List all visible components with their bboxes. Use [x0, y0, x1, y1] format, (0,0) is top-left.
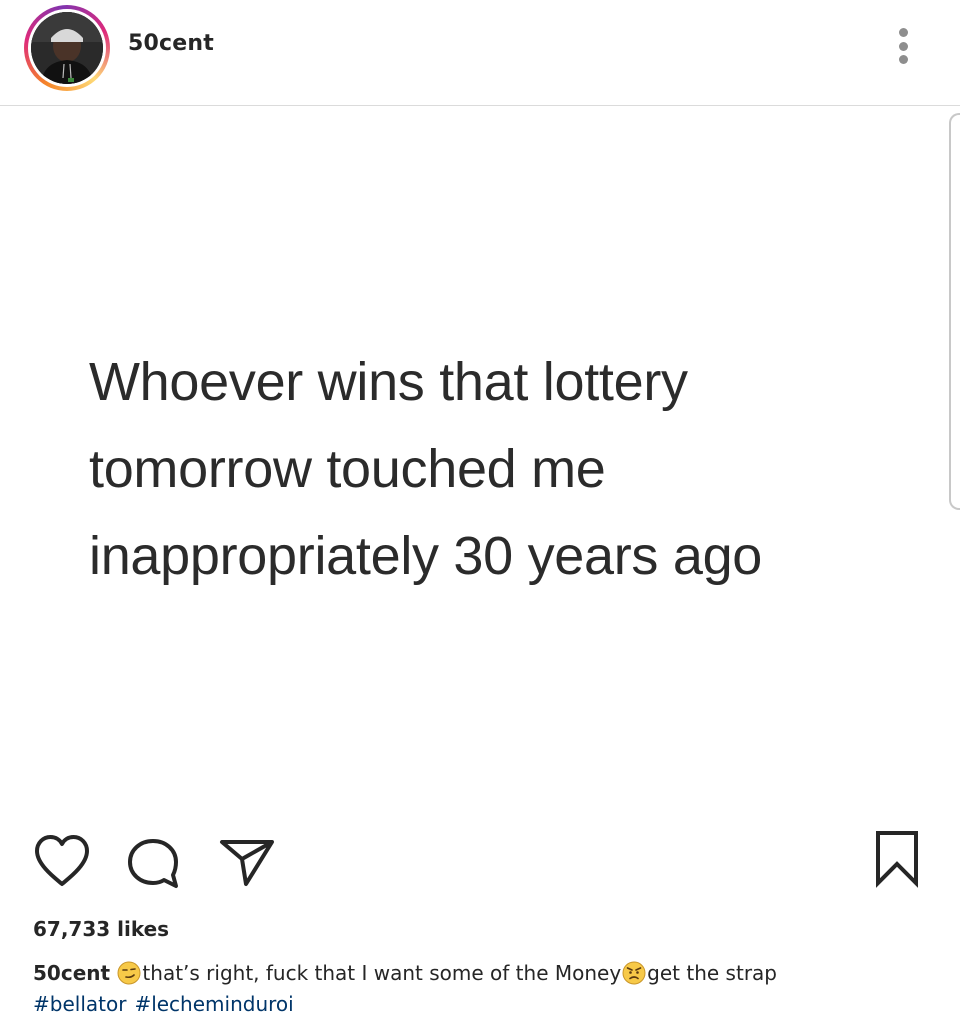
avatar-image [31, 12, 103, 84]
caption-text: that’s right, fuck that I want some of t… [142, 961, 622, 985]
caption-username[interactable]: 50cent [33, 961, 110, 985]
story-ring[interactable] [24, 5, 110, 91]
avatar-border [28, 9, 106, 87]
more-dot [898, 28, 908, 37]
hashtag-link[interactable]: #bellator [33, 992, 126, 1016]
post-header: 50cent [0, 0, 960, 106]
more-vertical-icon[interactable] [888, 26, 918, 66]
more-dot [898, 41, 908, 51]
heart-icon[interactable] [33, 834, 91, 888]
likes-count[interactable]: 67,733 likes [33, 917, 169, 941]
avatar[interactable] [31, 12, 103, 84]
angry-emoji-icon [622, 961, 646, 985]
hashtags: #bellator #lecheminduroi [33, 988, 302, 1020]
scroll-edge [949, 113, 960, 510]
hashtag-link[interactable]: #lecheminduroi [134, 992, 293, 1016]
comment-icon[interactable] [126, 837, 184, 891]
post-image-text: Whoever wins that lottery tomorrow touch… [89, 339, 949, 600]
smirk-emoji-icon [117, 961, 141, 985]
bookmark-icon[interactable] [873, 830, 921, 888]
caption-text: get the strap [647, 961, 777, 985]
action-bar [0, 820, 960, 900]
more-dot [898, 55, 908, 64]
caption: 50cent that’s right, fuck that I want so… [33, 956, 933, 990]
send-icon[interactable] [218, 836, 276, 890]
header-username[interactable]: 50cent [128, 31, 214, 56]
image-text-line: Whoever wins that lottery [89, 352, 688, 412]
image-text-line: tomorrow touched me [89, 439, 606, 499]
image-text-line: inappropriately 30 years ago [89, 526, 763, 586]
